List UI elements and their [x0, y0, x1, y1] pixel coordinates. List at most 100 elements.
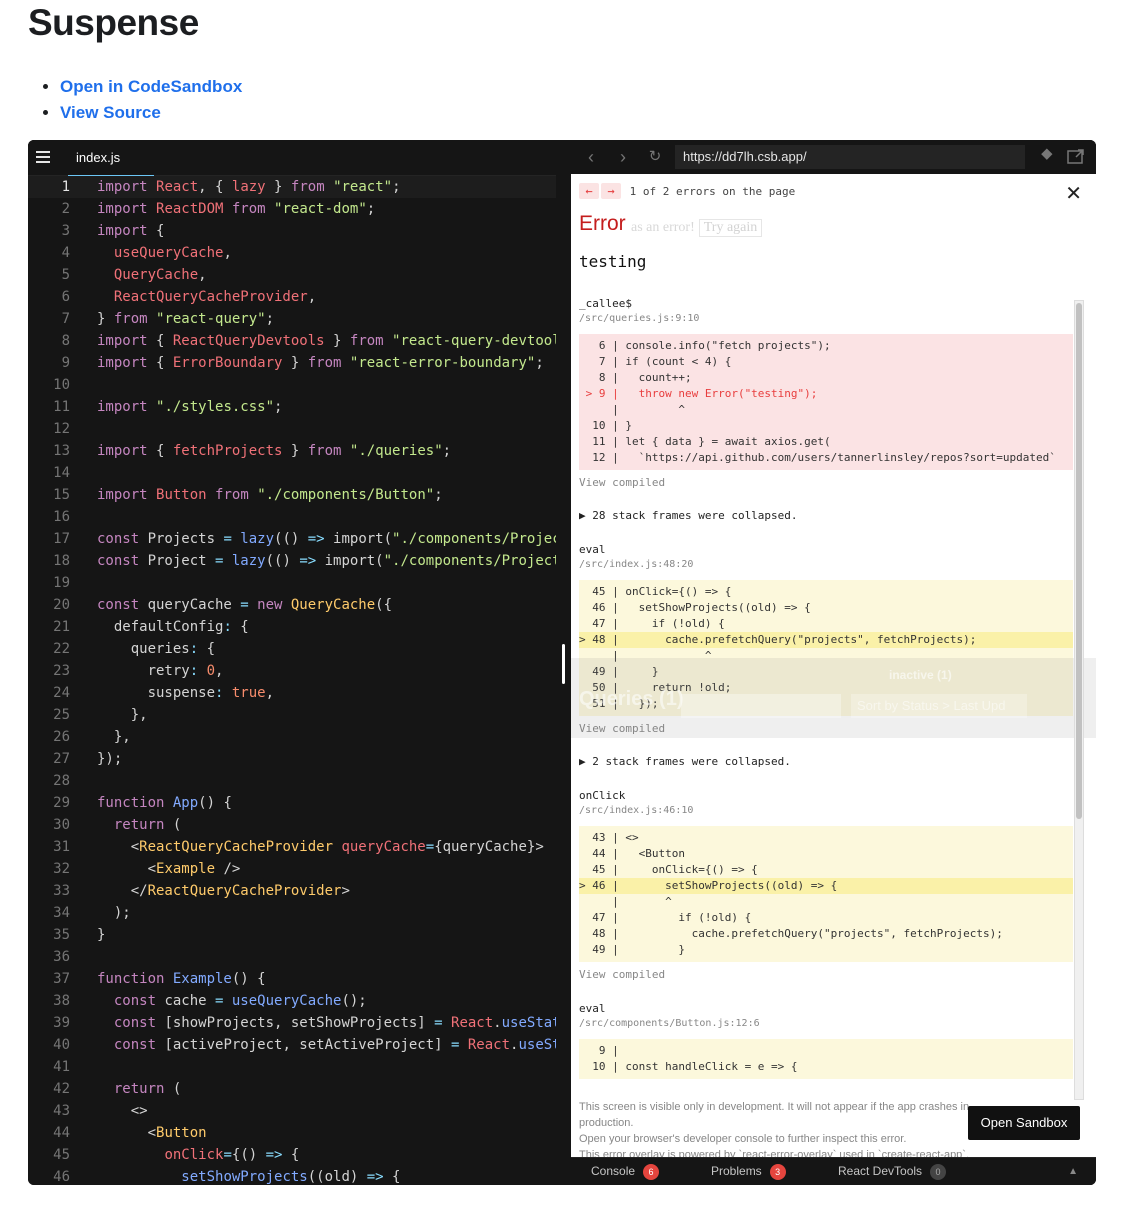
scroll-thumb[interactable]: [1076, 303, 1082, 819]
hamburger-menu-icon[interactable]: [36, 151, 50, 163]
snippet-line: > 48 | cache.prefetchQuery("projects", f…: [579, 632, 1073, 648]
code-line: 1 import React, { lazy } from "react";: [28, 176, 556, 198]
error-title: Error: [579, 212, 626, 235]
problems-tab[interactable]: Problems 3: [711, 1164, 786, 1180]
responsive-icon[interactable]: [1034, 148, 1054, 166]
snippet-line: 51 | });: [579, 697, 659, 710]
code-line: 39 const [showProjects, setShowProjects]…: [28, 1012, 556, 1034]
code-text: const Projects = lazy(() => import("./co…: [97, 531, 556, 547]
resize-handle[interactable]: [562, 644, 565, 684]
snippet-line: 45 | onClick={() => {: [579, 585, 732, 598]
file-tab-index-js[interactable]: index.js: [68, 140, 154, 176]
line-number: 12: [53, 421, 70, 437]
code-text: function App() {: [97, 795, 232, 811]
code-text: import { ErrorBoundary } from "react-err…: [97, 355, 544, 371]
line-number: 38: [53, 993, 70, 1009]
line-number: 34: [53, 905, 70, 921]
line-number: 9: [61, 355, 70, 371]
snippet-line: 10 | const handleClick = e => {: [579, 1060, 798, 1073]
snippet-line: 47 | if (!old) {: [579, 617, 725, 630]
react-devtools-tab-label: React DevTools: [838, 1164, 923, 1178]
url-bar[interactable]: https://dd7lh.csb.app/: [675, 145, 1025, 169]
collapsed-frames-toggle[interactable]: ▶ 28 stack frames were collapsed.: [579, 509, 1073, 525]
code-line: 14: [28, 462, 556, 484]
open-new-window-icon[interactable]: [1066, 148, 1086, 166]
overlay-scrollbar[interactable]: [1074, 300, 1084, 1100]
view-compiled-link[interactable]: View compiled: [579, 476, 1073, 492]
close-icon[interactable]: ✕: [1065, 184, 1082, 204]
code-text: import { fetchProjects } from "./queries…: [97, 443, 452, 459]
code-line: 45 onClick={() => {: [28, 1144, 556, 1166]
footer-line: This screen is visible only in developme…: [579, 1101, 970, 1129]
code-line: 6 ReactQueryCacheProvider,: [28, 286, 556, 308]
line-number: 7: [61, 311, 70, 327]
code-line: 40 const [activeProject, setActiveProjec…: [28, 1034, 556, 1056]
collapsed-frames-toggle[interactable]: ▶ 2 stack frames were collapsed.: [579, 755, 1073, 771]
chevron-up-icon[interactable]: ▲: [1068, 1166, 1078, 1177]
code-line: 3 import {: [28, 220, 556, 242]
forward-arrow-icon[interactable]: ›: [613, 147, 633, 167]
line-number: 15: [53, 487, 70, 503]
line-number: 25: [53, 707, 70, 723]
snippet-line: 9 |: [579, 1044, 619, 1057]
line-number: 32: [53, 861, 70, 877]
view-source-link[interactable]: View Source: [60, 103, 161, 122]
line-number: 39: [53, 1015, 70, 1031]
code-snippet: 6 | console.info("fetch projects"); 7 | …: [579, 334, 1073, 470]
preview-pane: ‹ › ↻ https://dd7lh.csb.app/ ← → 1 of 2 e…: [571, 140, 1096, 1185]
frame-location[interactable]: /src/queries.js:9:10: [579, 312, 1073, 328]
error-counter: 1 of 2 errors on the page: [629, 185, 796, 198]
line-number: 30: [53, 817, 70, 833]
code-text: return (: [113, 1081, 182, 1097]
back-arrow-icon[interactable]: ‹: [581, 147, 601, 167]
open-sandbox-button[interactable]: Open Sandbox: [968, 1106, 1080, 1140]
previous-error-icon[interactable]: ←: [579, 183, 599, 199]
react-devtools-tab[interactable]: React DevTools 0: [838, 1164, 947, 1180]
code-text: </ReactQueryCacheProvider>: [97, 883, 350, 899]
line-number: 13: [53, 443, 70, 459]
line-number: 31: [53, 839, 70, 855]
code-line: 22 queries: {: [28, 638, 556, 660]
frame-location[interactable]: /src/index.js:46:10: [579, 804, 1073, 820]
line-number: 35: [53, 927, 70, 943]
refresh-icon[interactable]: ↻: [645, 147, 665, 167]
frame-location[interactable]: /src/index.js:48:20: [579, 558, 1073, 574]
footer-line: This error overlay is powered by `react-…: [579, 1149, 970, 1157]
frame-location[interactable]: /src/components/Button.js:12:6: [579, 1017, 1073, 1033]
view-compiled-link[interactable]: View compiled: [579, 968, 1073, 984]
snippet-line: | ^: [579, 649, 712, 662]
code-line: 17 const Projects = lazy(() => import("./…: [28, 528, 556, 550]
code-line: 32 <Example />: [28, 858, 556, 880]
line-number: 6: [61, 289, 70, 305]
code-text: queries: {: [97, 641, 216, 657]
code-line: 23 retry: 0,: [28, 660, 556, 682]
code-text: import {: [97, 223, 165, 239]
code-area[interactable]: 1 import React, { lazy } from "react"; 2 im…: [28, 176, 556, 1185]
line-number: 27: [53, 751, 70, 767]
line-number: 17: [53, 531, 70, 547]
snippet-line: 43 | <>: [579, 831, 639, 844]
open-in-codesandbox-link[interactable]: Open in CodeSandbox: [60, 77, 242, 96]
code-text: defaultConfig: {: [97, 619, 249, 635]
line-number: 20: [53, 597, 70, 613]
line-number: 19: [53, 575, 70, 591]
code-line: 29 function App() {: [28, 792, 556, 814]
devtools-count-badge: 0: [930, 1164, 947, 1180]
code-text: } from "react-query";: [97, 311, 275, 327]
snippet-line: 11 | let { data } = await axios.get(: [579, 435, 831, 448]
line-number: 42: [53, 1081, 70, 1097]
code-text: const queryCache = new QueryCache({: [97, 597, 393, 613]
code-snippet: 45 | onClick={() => { 46 | setShowProjec…: [579, 580, 1073, 716]
snippet-line: 45 | onClick={() => {: [579, 863, 758, 876]
line-number: 18: [53, 553, 70, 569]
console-tab[interactable]: Console 6: [591, 1164, 660, 1180]
view-compiled-link[interactable]: View compiled: [579, 722, 1073, 738]
problems-tab-label: Problems: [711, 1164, 762, 1178]
next-error-icon[interactable]: →: [601, 183, 621, 199]
pane-divider: [556, 140, 571, 1185]
line-number: 8: [61, 333, 70, 349]
background-try-again: Try again: [698, 219, 763, 237]
frame-function-name: _callee$: [579, 297, 632, 310]
code-line: 15 import Button from "./components/Butto…: [28, 484, 556, 506]
code-line: 43 <>: [28, 1100, 556, 1122]
